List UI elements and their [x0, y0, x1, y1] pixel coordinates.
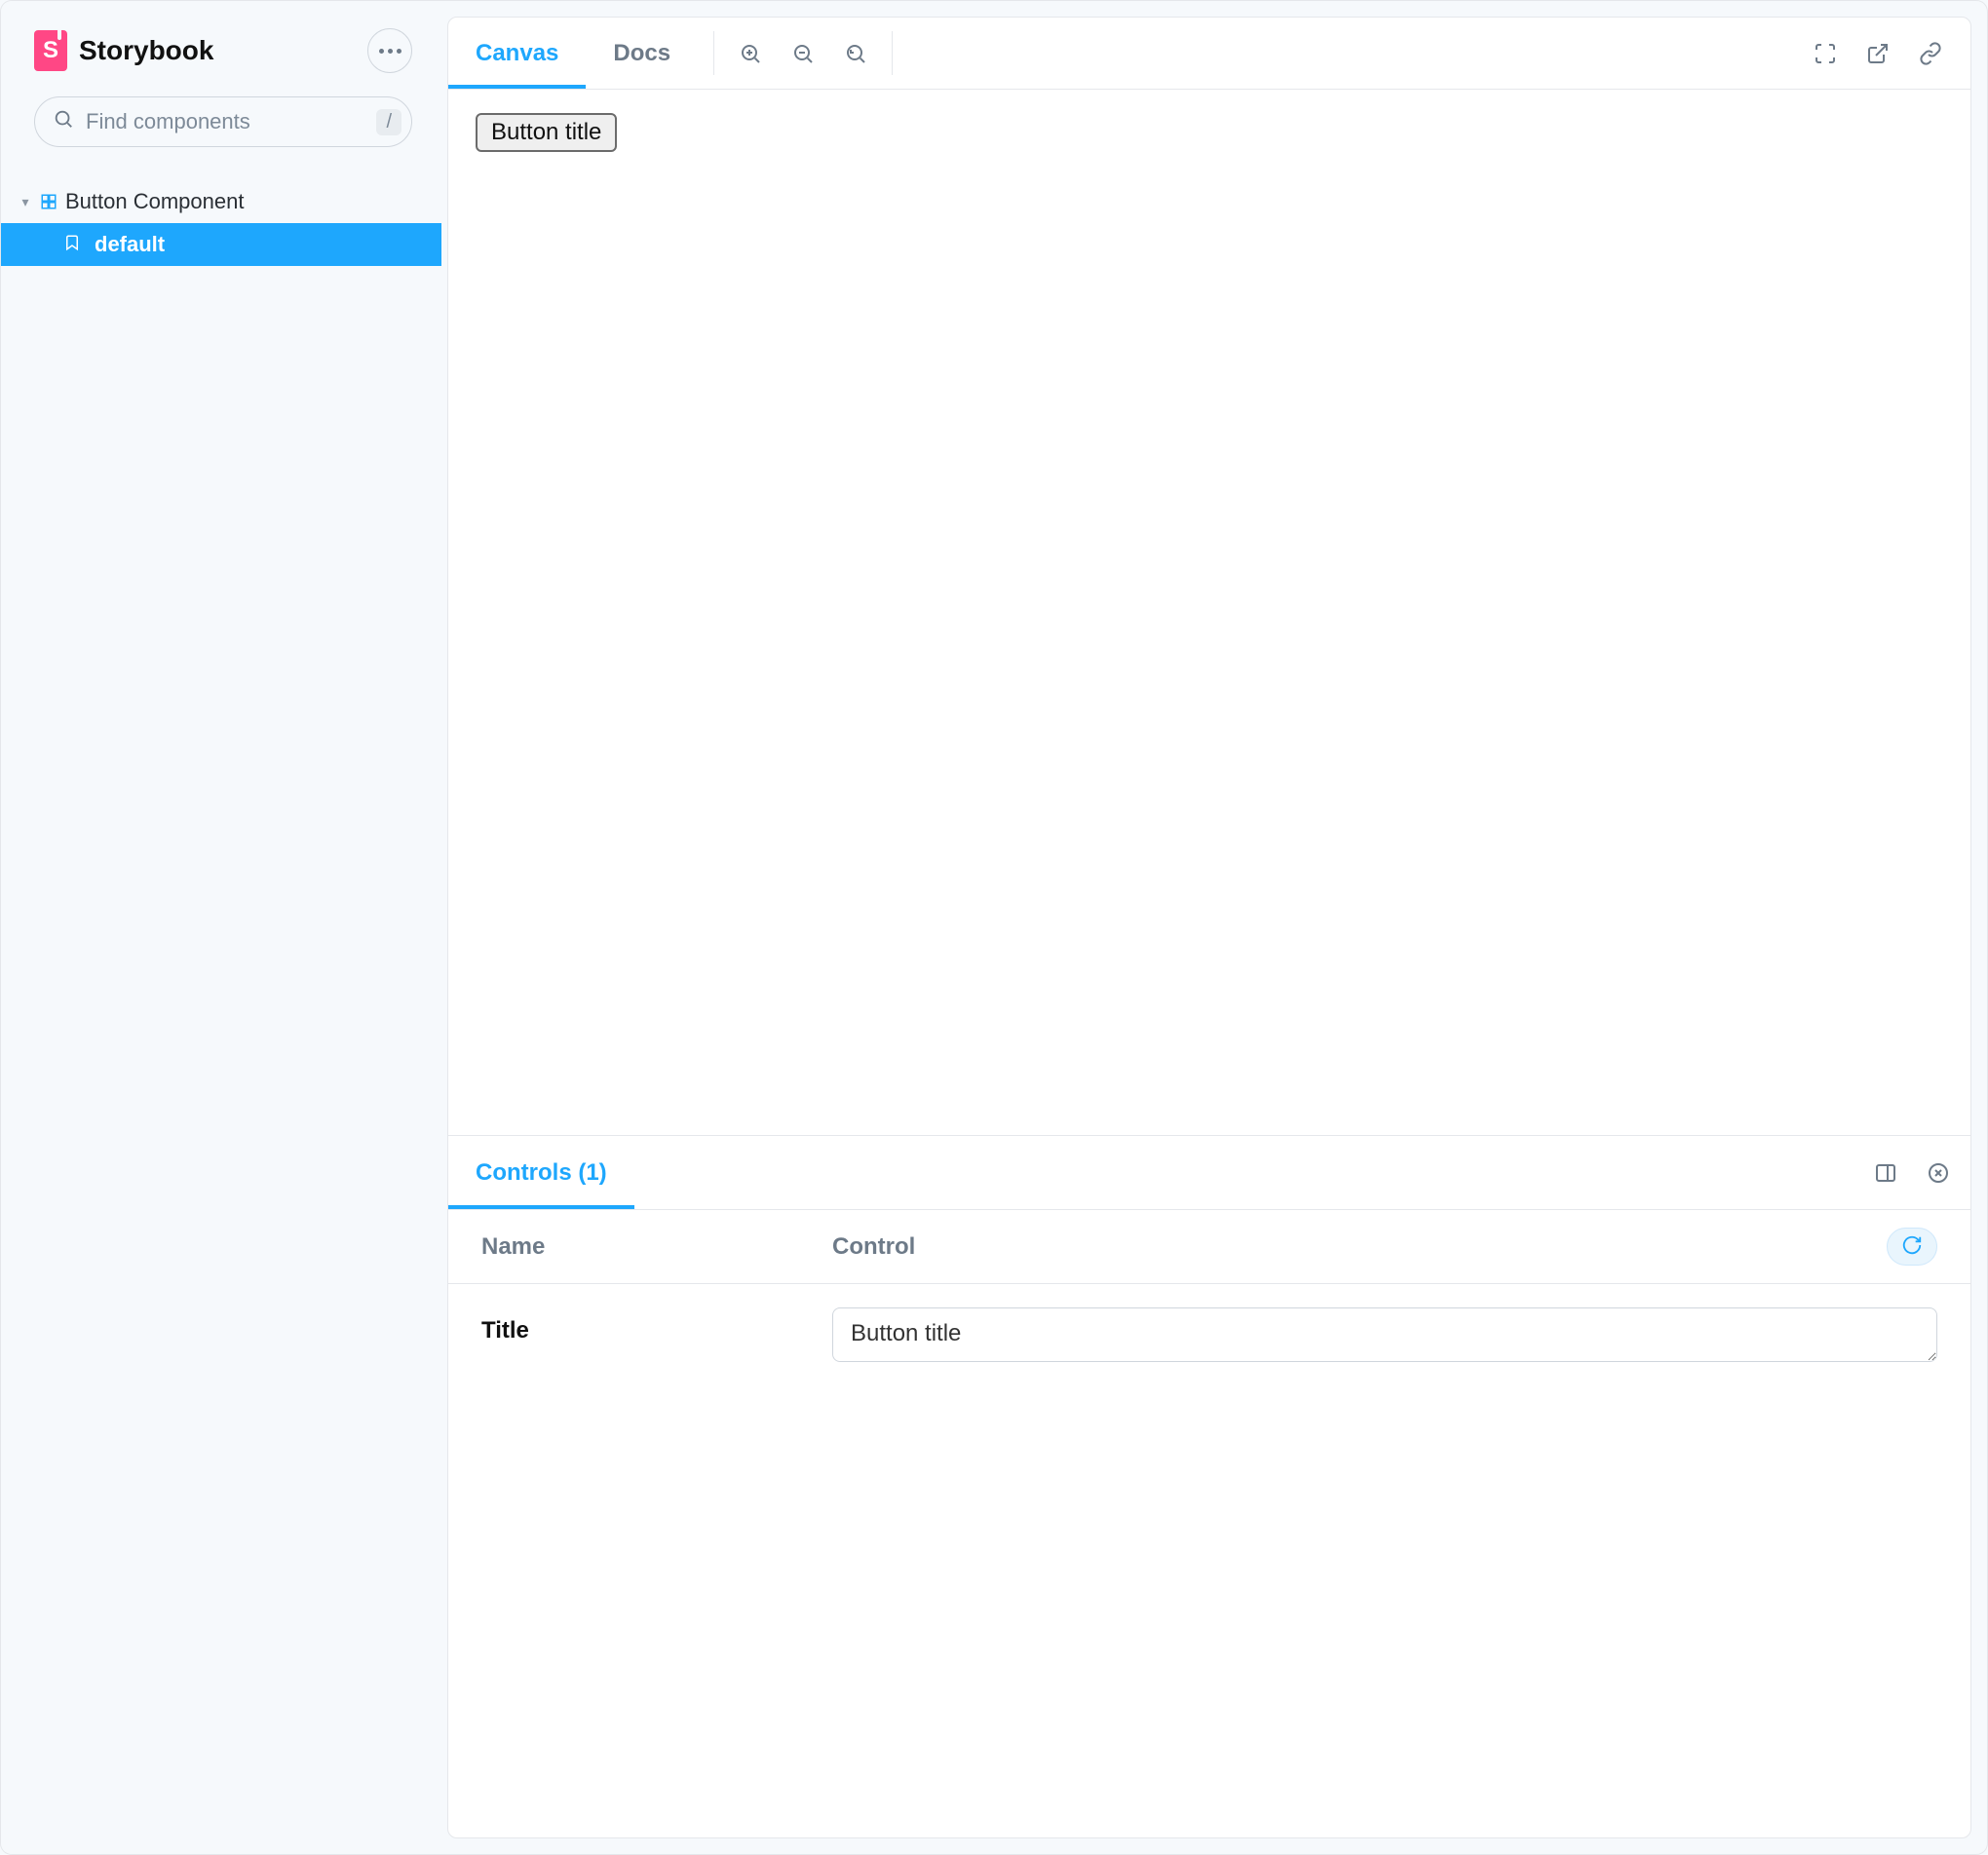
controls-header-control: Control	[832, 1233, 1887, 1261]
search-shortcut: /	[376, 109, 401, 135]
addons-panel: Controls (1) Name Control	[448, 1136, 1970, 1837]
chevron-down-icon: ▾	[19, 194, 32, 210]
zoom-in-icon[interactable]	[738, 41, 763, 66]
controls-header-name: Name	[481, 1233, 832, 1261]
brand-name: Storybook	[79, 35, 213, 66]
search-field[interactable]: /	[34, 96, 412, 147]
storybook-logo-icon	[34, 30, 67, 71]
refresh-icon	[1901, 1234, 1923, 1259]
reset-controls-button[interactable]	[1887, 1228, 1937, 1266]
explorer-nav: ▾ Button Component default	[1, 161, 441, 266]
tab-canvas[interactable]: Canvas	[448, 18, 586, 89]
search-input[interactable]	[86, 109, 376, 134]
toolbar-divider	[892, 31, 893, 75]
search-icon	[53, 108, 74, 136]
panel-orientation-icon[interactable]	[1873, 1160, 1898, 1186]
nav-story-default[interactable]: default	[1, 223, 441, 266]
zoom-out-icon[interactable]	[790, 41, 816, 66]
bookmark-icon	[63, 232, 81, 257]
sidebar-menu-button[interactable]	[367, 28, 412, 73]
nav-component-label: Button Component	[65, 189, 244, 214]
toolbar-divider	[713, 31, 714, 75]
sidebar: Storybook / ▾	[1, 1, 441, 1854]
addon-tab-controls[interactable]: Controls (1)	[448, 1136, 634, 1209]
brand[interactable]: Storybook	[34, 30, 213, 71]
control-input-title[interactable]	[832, 1307, 1937, 1362]
ellipsis-icon	[379, 49, 401, 54]
tab-docs[interactable]: Docs	[586, 18, 698, 89]
copy-link-icon[interactable]	[1918, 41, 1943, 66]
component-icon	[40, 193, 57, 210]
nav-component-button-component[interactable]: ▾ Button Component	[1, 180, 441, 223]
close-panel-icon[interactable]	[1926, 1160, 1951, 1186]
open-new-tab-icon[interactable]	[1865, 41, 1891, 66]
canvas-preview: Button title	[448, 90, 1970, 1136]
control-name: Title	[481, 1307, 832, 1344]
preview-button[interactable]: Button title	[476, 113, 617, 152]
control-row-title: Title	[448, 1284, 1970, 1392]
preview-toolbar: Canvas Docs	[448, 18, 1970, 90]
zoom-reset-icon[interactable]	[843, 41, 868, 66]
fullscreen-icon[interactable]	[1813, 41, 1838, 66]
nav-story-label: default	[95, 232, 165, 257]
